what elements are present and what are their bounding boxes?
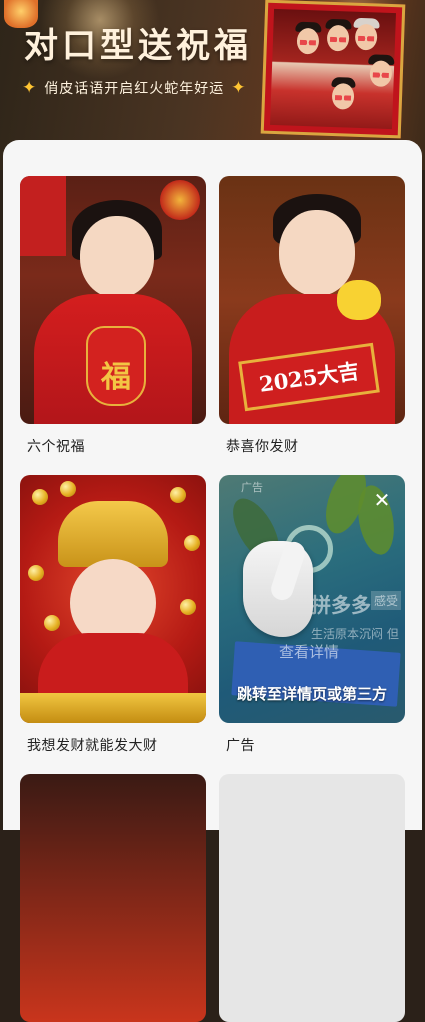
template-title: 六个祝福 [27,439,85,455]
sparkle-icon: ✦ [22,78,38,98]
close-icon[interactable]: ✕ [369,487,395,513]
banner-title: 对口型送祝福 [24,26,252,66]
template-card[interactable]: 我想发财就能发大财 [20,475,206,755]
ad-detail-button[interactable]: 查看详情 [279,641,339,662]
template-thumbnail[interactable]: 福 [20,176,206,424]
template-card[interactable]: 福 六个祝福 [20,176,206,456]
template-card[interactable] [219,774,405,1022]
ad-card[interactable]: 广告 ✕ 拼多多 感受 生活原本沉闷 但 查看详情 跳转至详情页或第三方 广告 [219,475,405,755]
template-thumbnail[interactable] [20,475,206,723]
ad-cta-text[interactable]: 跳转至详情页或第三方 [219,683,405,704]
ad-badge: 感受 [371,591,402,610]
template-thumbnail[interactable] [219,774,405,1022]
banner-subtitle-row: ✦ 俏皮话语开启红火蛇年好运 ✦ [22,78,247,98]
ad-tag: 广告 [241,481,263,494]
family-photo [260,0,406,139]
ad-subtitle: 生活原本沉闷 但 [311,627,399,641]
crown-icon [58,501,168,567]
ad-brand: 拼多多 [311,593,371,617]
template-card[interactable] [20,774,206,1022]
ad-thumbnail[interactable]: 广告 ✕ 拼多多 感受 生活原本沉闷 但 查看详情 跳转至详情页或第三方 [219,475,405,723]
template-panel: 福 六个祝福 2025大吉 恭喜你发财 我想发财就能发大财 广告 ✕ 拼多多 感… [3,140,422,1022]
template-thumbnail[interactable]: 2025大吉 [219,176,405,424]
template-card[interactable]: 2025大吉 恭喜你发财 [219,176,405,456]
template-title: 恭喜你发财 [226,439,299,455]
banner-subtitle: 俏皮话语开启红火蛇年好运 [44,81,225,97]
template-title: 广告 [226,738,255,754]
sparkle-icon: ✦ [231,78,247,98]
fu-bag-icon: 福 [86,326,146,406]
template-thumbnail[interactable] [20,774,206,1022]
pikachu-toy [337,280,381,320]
template-title: 我想发财就能发大财 [27,738,158,754]
